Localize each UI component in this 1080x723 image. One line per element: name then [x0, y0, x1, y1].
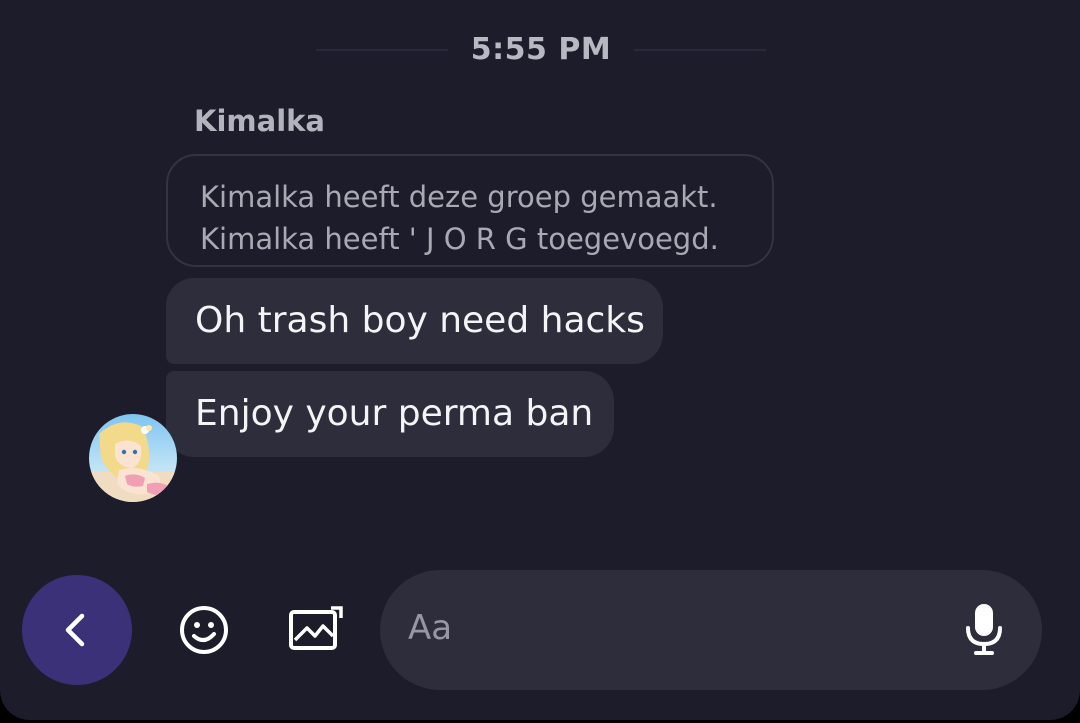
divider-line-left	[316, 49, 448, 51]
message-timestamp: 5:55 PM	[470, 32, 612, 67]
smiley-icon	[180, 606, 228, 654]
system-message: Kimalka heeft ' J O R G toegevoegd.	[200, 222, 719, 256]
message-placeholder: Aa	[408, 608, 453, 648]
image-icon	[289, 606, 343, 650]
mic-button[interactable]	[954, 600, 1014, 660]
microphone-icon	[966, 604, 1002, 655]
message-input[interactable]: Aa	[380, 570, 1042, 690]
avatar[interactable]	[89, 414, 177, 502]
system-message-box: Kimalka heeft deze groep gemaakt. Kimalk…	[166, 154, 774, 267]
system-message: Kimalka heeft deze groep gemaakt.	[200, 180, 718, 214]
emoji-button[interactable]	[172, 598, 236, 662]
divider-line-right	[634, 49, 766, 51]
timestamp-divider: 5:55 PM	[0, 26, 1080, 74]
gallery-button[interactable]	[283, 598, 347, 662]
chevron-left-icon	[65, 613, 85, 647]
chat-screen: 5:55 PM Kimalka Kimalka heeft deze groep…	[0, 0, 1080, 720]
back-button[interactable]	[22, 575, 132, 685]
avatar-image	[89, 414, 177, 502]
sender-name[interactable]: Kimalka	[194, 104, 325, 138]
message-bubble[interactable]: Enjoy your perma ban	[166, 371, 614, 457]
message-bubble[interactable]: Oh trash boy need hacks	[166, 278, 663, 364]
composer-bar: Aa	[0, 570, 1080, 692]
